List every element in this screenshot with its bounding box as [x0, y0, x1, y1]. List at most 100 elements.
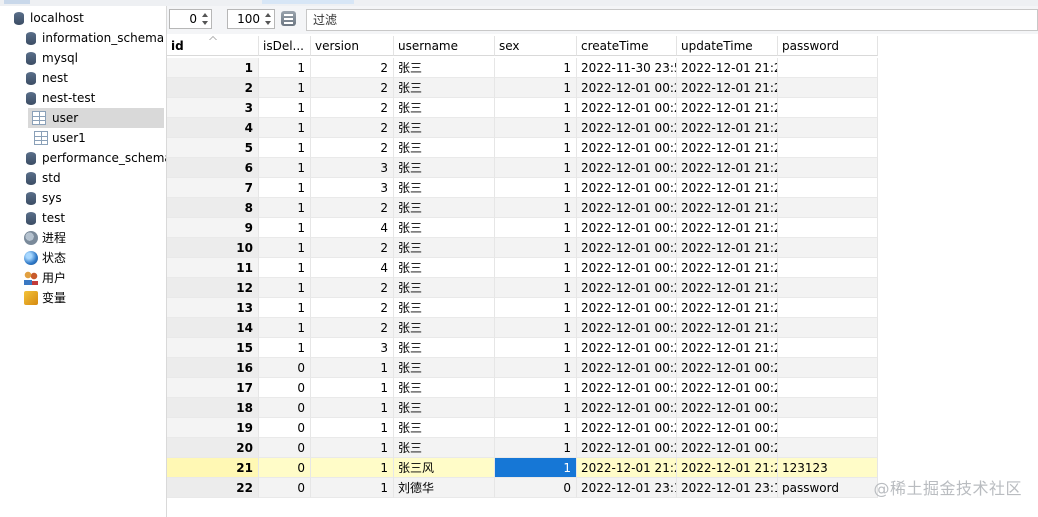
table-row[interactable]: 212张三12022-12-01 00:222022-12-01 21:28 — [167, 78, 878, 98]
cell-isdel[interactable]: 1 — [259, 198, 311, 218]
cell-sex[interactable]: 1 — [495, 78, 577, 98]
cell-username[interactable]: 张三 — [394, 158, 495, 178]
cell-createtime[interactable]: 2022-12-01 23:12 — [577, 478, 677, 498]
cell-updatetime[interactable]: 2022-12-01 21:28 — [677, 198, 778, 218]
top-tab-indicator[interactable] — [262, 0, 354, 4]
cell-createtime[interactable]: 2022-12-01 00:22 — [577, 378, 677, 398]
table-row[interactable]: 2201刘德华02022-12-01 23:122022-12-01 23:12… — [167, 478, 878, 498]
sort-ascending-icon[interactable] — [209, 36, 217, 41]
cell-createtime[interactable]: 2022-12-01 00:22 — [577, 418, 677, 438]
cell-isdel[interactable]: 1 — [259, 158, 311, 178]
cell-id[interactable]: 17 — [167, 378, 259, 398]
table-row[interactable]: 312张三12022-12-01 00:222022-12-01 21:28 — [167, 98, 878, 118]
cell-isdel[interactable]: 1 — [259, 178, 311, 198]
cell-password[interactable] — [778, 278, 878, 298]
cell-updatetime[interactable]: 2022-12-01 21:28 — [677, 78, 778, 98]
cell-username[interactable]: 张三 — [394, 278, 495, 298]
cell-isdel[interactable]: 1 — [259, 98, 311, 118]
cell-id[interactable]: 10 — [167, 238, 259, 258]
cell-version[interactable]: 2 — [311, 298, 394, 318]
tree-node-nest-test[interactable]: nest-test — [24, 88, 166, 108]
cell-username[interactable]: 张三 — [394, 138, 495, 158]
cell-version[interactable]: 2 — [311, 78, 394, 98]
cell-updatetime[interactable]: 2022-12-01 00:22 — [677, 378, 778, 398]
tree-node--[interactable]: 变量 — [24, 288, 166, 308]
cell-updatetime[interactable]: 2022-12-01 21:28 — [677, 98, 778, 118]
column-header-version[interactable]: version — [311, 36, 394, 56]
cell-id[interactable]: 16 — [167, 358, 259, 378]
cell-updatetime[interactable]: 2022-12-01 21:28 — [677, 238, 778, 258]
cell-sex[interactable]: 1 — [495, 278, 577, 298]
tree-node-mysql[interactable]: mysql — [24, 48, 166, 68]
cell-password[interactable] — [778, 98, 878, 118]
tree-node-user1[interactable]: user1 — [34, 128, 166, 148]
cell-password[interactable] — [778, 138, 878, 158]
cell-sex[interactable]: 1 — [495, 158, 577, 178]
cell-username[interactable]: 张三 — [394, 118, 495, 138]
cell-createtime[interactable]: 2022-12-01 00:22 — [577, 98, 677, 118]
cell-sex[interactable]: 1 — [495, 218, 577, 238]
cell-sex[interactable]: 1 — [495, 378, 577, 398]
cell-username[interactable]: 张三 — [394, 98, 495, 118]
cell-updatetime[interactable]: 2022-12-01 21:28 — [677, 158, 778, 178]
cell-version[interactable]: 4 — [311, 258, 394, 278]
cell-username[interactable]: 张三 — [394, 358, 495, 378]
table-row[interactable]: 112张三12022-11-30 23:592022-12-01 21:26 — [167, 58, 878, 78]
cell-createtime[interactable]: 2022-12-01 00:22 — [577, 218, 677, 238]
table-row[interactable]: 1212张三12022-12-01 00:222022-12-01 21:28 — [167, 278, 878, 298]
cell-password[interactable] — [778, 318, 878, 338]
cell-username[interactable]: 张三 — [394, 298, 495, 318]
cell-id[interactable]: 1 — [167, 58, 259, 78]
cell-sex[interactable]: 1 — [495, 58, 577, 78]
tree-node--[interactable]: 进程 — [24, 228, 166, 248]
cell-username[interactable]: 张三 — [394, 178, 495, 198]
cell-createtime[interactable]: 2022-12-01 00:22 — [577, 198, 677, 218]
cell-isdel[interactable]: 0 — [259, 438, 311, 458]
cell-password[interactable] — [778, 298, 878, 318]
table-row[interactable]: 812张三12022-12-01 00:222022-12-01 21:28 — [167, 198, 878, 218]
cell-version[interactable]: 2 — [311, 318, 394, 338]
cell-updatetime[interactable]: 2022-12-01 21:28 — [677, 258, 778, 278]
cell-isdel[interactable]: 0 — [259, 378, 311, 398]
offset-value[interactable]: 0 — [189, 12, 197, 26]
cell-isdel[interactable]: 1 — [259, 258, 311, 278]
cell-version[interactable]: 2 — [311, 98, 394, 118]
cell-id[interactable]: 5 — [167, 138, 259, 158]
tree-node--[interactable]: 用户 — [24, 268, 166, 288]
cell-version[interactable]: 2 — [311, 278, 394, 298]
cell-password[interactable] — [778, 58, 878, 78]
cell-updatetime[interactable]: 2022-12-01 00:22 — [677, 418, 778, 438]
cell-updatetime[interactable]: 2022-12-01 21:28 — [677, 178, 778, 198]
table-row[interactable]: 512张三12022-12-01 00:222022-12-01 21:28 — [167, 138, 878, 158]
cell-username[interactable]: 张三 — [394, 258, 495, 278]
cell-createtime[interactable]: 2022-12-01 00:22 — [577, 318, 677, 338]
cell-createtime[interactable]: 2022-12-01 21:28 — [577, 458, 677, 478]
column-header-updatetime[interactable]: updateTime — [677, 36, 778, 56]
cell-username[interactable]: 张三 — [394, 338, 495, 358]
cell-isdel[interactable]: 1 — [259, 58, 311, 78]
cell-id[interactable]: 6 — [167, 158, 259, 178]
cell-sex[interactable]: 1 — [495, 138, 577, 158]
cell-password[interactable]: 123123 — [778, 458, 878, 478]
cell-isdel[interactable]: 1 — [259, 138, 311, 158]
cell-id[interactable]: 11 — [167, 258, 259, 278]
cell-username[interactable]: 刘德华 — [394, 478, 495, 498]
limit-spinner[interactable]: 100 — [227, 9, 275, 29]
table-row[interactable]: 1601张三12022-12-01 00:222022-12-01 00:22 — [167, 358, 878, 378]
spinner-arrows-icon[interactable] — [263, 11, 273, 27]
column-header-password[interactable]: password — [778, 36, 878, 56]
cell-updatetime[interactable]: 2022-12-01 21:28 — [677, 278, 778, 298]
cell-id[interactable]: 13 — [167, 298, 259, 318]
cell-password[interactable] — [778, 78, 878, 98]
cell-password[interactable] — [778, 338, 878, 358]
cell-updatetime[interactable]: 2022-12-01 21:28 — [677, 338, 778, 358]
table-row[interactable]: 1801张三12022-12-01 00:222022-12-01 00:22 — [167, 398, 878, 418]
tree-node-localhost[interactable]: localhost — [12, 8, 166, 28]
cell-password[interactable] — [778, 218, 878, 238]
cell-id[interactable]: 12 — [167, 278, 259, 298]
tree-node-test[interactable]: test — [24, 208, 166, 228]
tree-node-sys[interactable]: sys — [24, 188, 166, 208]
cell-id[interactable]: 2 — [167, 78, 259, 98]
cell-version[interactable]: 1 — [311, 458, 394, 478]
cell-createtime[interactable]: 2022-12-01 00:22 — [577, 358, 677, 378]
